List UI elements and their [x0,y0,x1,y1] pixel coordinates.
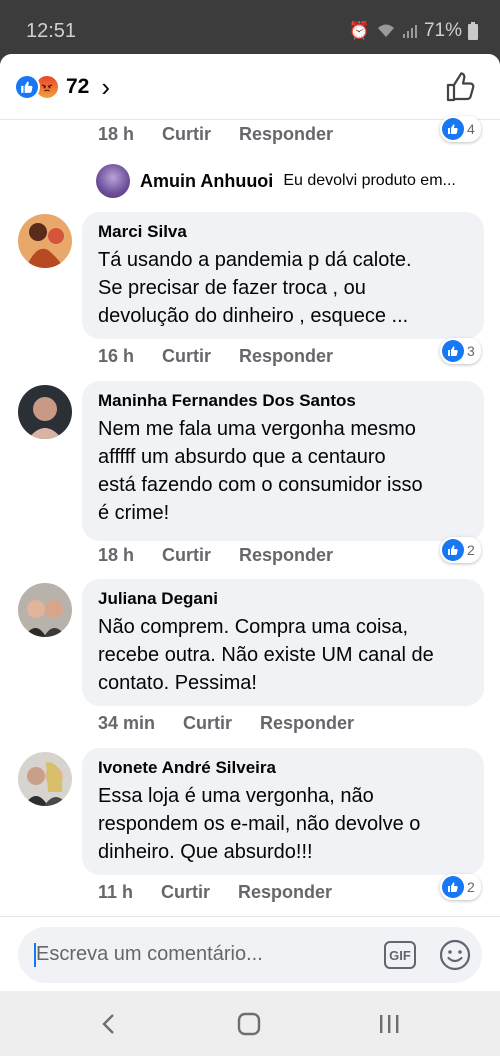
gif-icon[interactable]: GIF [384,941,416,969]
avatar[interactable] [18,752,72,806]
like-reaction-icon [442,118,464,140]
nested-reply[interactable]: Amuin Anhuuoi Eu devolvi produto em... [96,164,456,198]
reaction-badge[interactable]: 2 [440,537,481,563]
avatar[interactable] [18,214,72,268]
comment-actions: 11 h Curtir Responder [98,882,332,903]
reaction-count: 72 [66,75,90,98]
thumbs-up-icon[interactable] [444,70,478,104]
avatar [96,164,130,198]
reaction-badge-count: 2 [467,879,475,895]
recents-icon[interactable] [372,1007,406,1041]
reply-link[interactable]: Responder [260,713,354,734]
comments-sheet: 72 › 18 h Curtir Responder 4 Amuin Anhuu… [0,54,500,991]
comment-time: 18 h [98,545,135,565]
reaction-badge-count: 2 [467,542,475,558]
comment-actions: 18 h Curtir Responder [98,545,333,566]
comment-bubble[interactable]: Juliana Degani Não comprem. Compra uma c… [82,579,484,706]
comment-text: Tá usando a pandemia p dá calote. Se pre… [98,249,412,327]
comment-author[interactable]: Maninha Fernandes Dos Santos [98,391,468,411]
comment-time: 11 h [98,882,134,902]
like-link[interactable]: Curtir [162,346,211,367]
system-nav-bar [0,991,500,1056]
reactions-header: 72 › [0,54,500,120]
reply-preview: Eu devolvi produto em... [283,172,456,189]
reaction-badge-count: 4 [467,121,475,137]
comment-actions: 18 h Curtir Responder [98,124,333,145]
comment-bubble[interactable]: Ivonete André Silveira Essa loja é uma v… [82,748,484,875]
reply-link[interactable]: Responder [239,545,333,566]
battery-icon [468,22,478,40]
comment-actions: 16 h Curtir Responder [98,346,333,367]
back-icon[interactable] [92,1007,126,1041]
comment-bubble[interactable]: Maninha Fernandes Dos Santos Nem me fala… [82,381,484,541]
like-reaction-icon [14,74,40,100]
reply-author: Amuin Anhuuoi [140,170,274,191]
comment-text: Essa loja é uma vergonha, não respondem … [98,785,421,863]
like-link[interactable]: Curtir [162,545,211,566]
reply-link[interactable]: Responder [239,124,333,145]
like-reaction-icon [442,876,464,898]
like-link[interactable]: Curtir [161,882,210,903]
status-bar: 12:51 ⏰ 71% [0,0,500,56]
comment-author[interactable]: Ivonete André Silveira [98,758,468,778]
comment-bubble[interactable]: Marci Silva Tá usando a pandemia p dá ca… [82,212,484,339]
comment-actions: 34 min Curtir Responder [98,713,354,734]
emoji-icon[interactable] [438,938,472,972]
reaction-badge[interactable]: 2 [440,874,481,900]
like-link[interactable]: Curtir [183,713,232,734]
like-link[interactable]: Curtir [162,124,211,145]
status-time: 12:51 [26,20,77,42]
comment-author[interactable]: Marci Silva [98,222,468,242]
alarm-icon: ⏰ [348,21,370,40]
battery-percent: 71% [423,20,462,41]
signal-icon [402,25,417,38]
chevron-right-icon: › [101,72,111,102]
reaction-badge[interactable]: 4 [440,116,481,142]
status-icons: ⏰ 71% [349,20,478,42]
comment-input[interactable]: Escreva um comentário... GIF [18,927,482,983]
avatar[interactable] [18,385,72,439]
like-reaction-icon [442,539,464,561]
reply-link[interactable]: Responder [238,882,332,903]
wifi-icon [377,24,394,37]
comment-text: Não comprem. Compra uma coisa, recebe ou… [98,616,434,694]
reaction-summary[interactable]: 72 › [14,74,110,100]
avatar[interactable] [18,583,72,637]
comment-time: 18 h [98,124,135,144]
comment-time: 16 h [98,346,135,366]
reaction-badge-count: 3 [467,343,475,359]
comment-text: Nem me fala uma vergonha mesmo afffff um… [98,418,423,524]
like-reaction-icon [442,340,464,362]
reaction-badge[interactable]: 3 [440,338,481,364]
comment-placeholder: Escreva um comentário... [36,943,263,965]
comment-author[interactable]: Juliana Degani [98,589,468,609]
reply-link[interactable]: Responder [239,346,333,367]
comment-time: 34 min [98,713,156,733]
comment-composer: Escreva um comentário... GIF [0,916,500,991]
home-icon[interactable] [232,1007,266,1041]
